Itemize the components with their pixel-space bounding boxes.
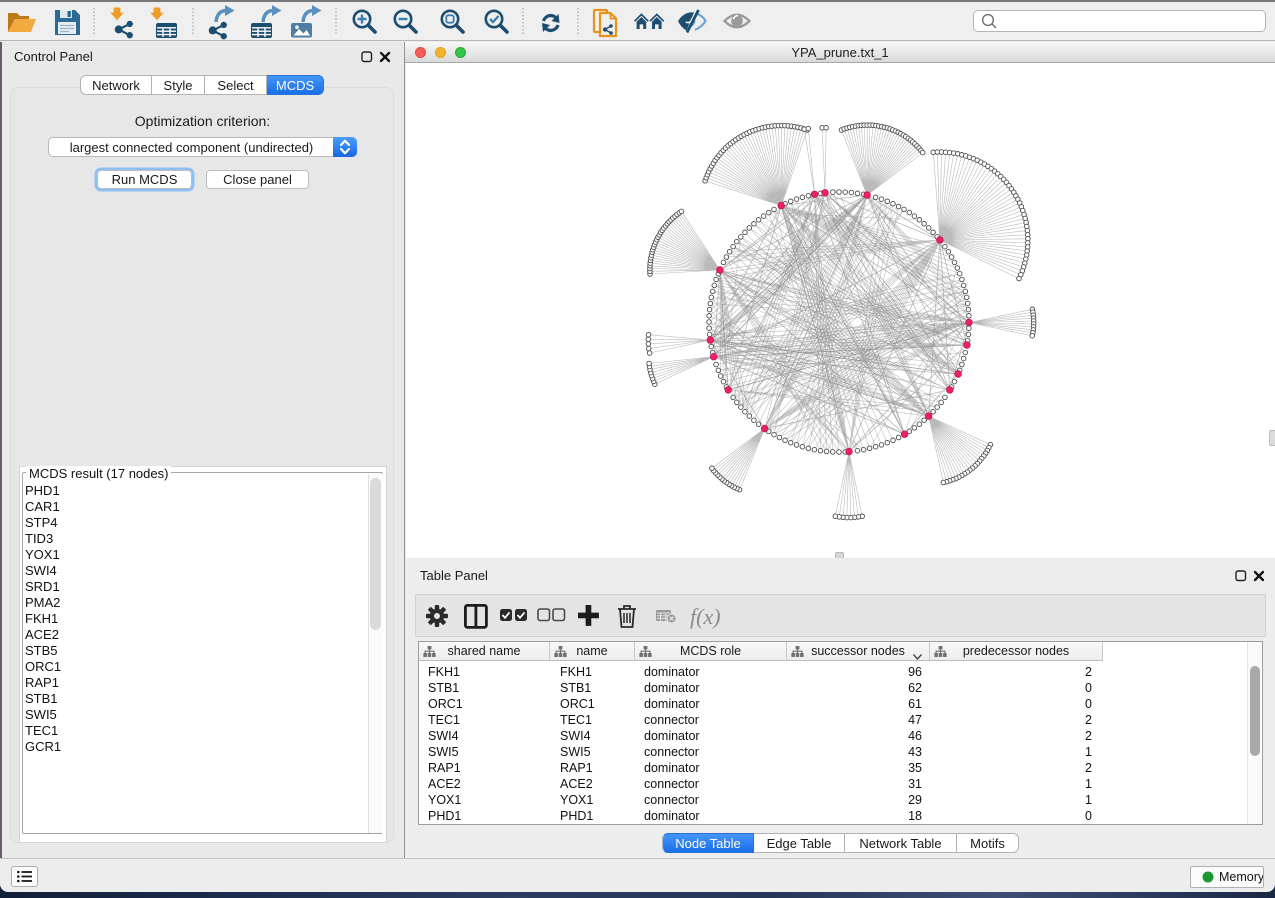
- svg-text:f(x): f(x): [690, 604, 721, 629]
- svg-text:Memory: Memory: [1219, 870, 1263, 884]
